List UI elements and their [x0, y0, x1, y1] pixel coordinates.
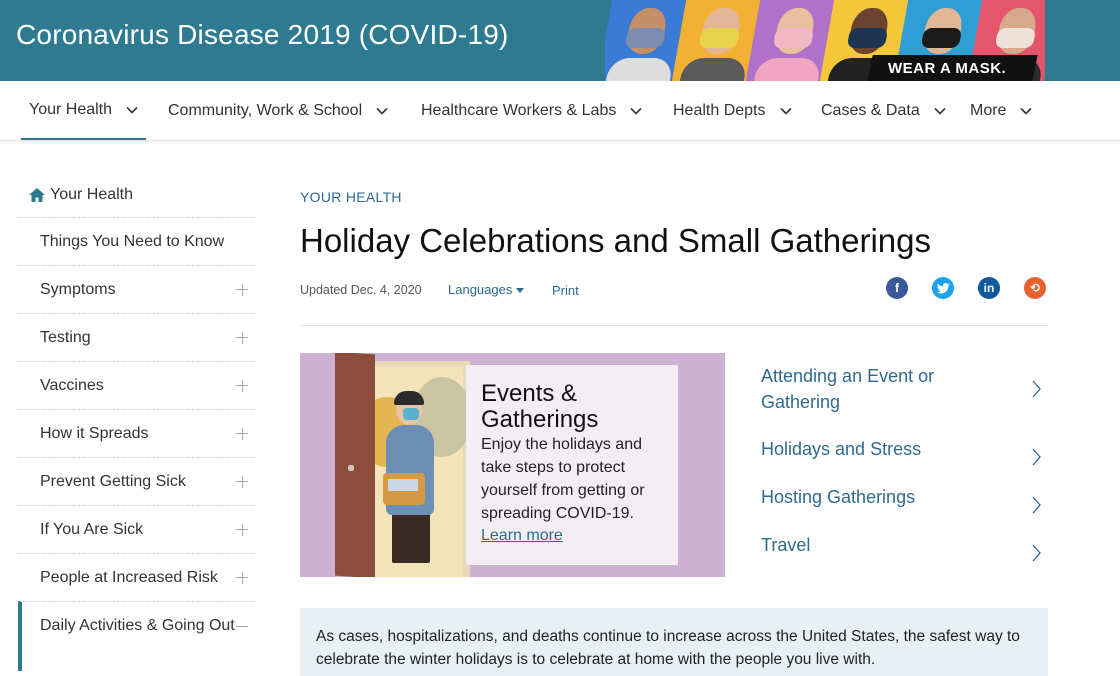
- collapse-minus-icon[interactable]: [236, 626, 248, 627]
- expand-plus-icon[interactable]: [236, 379, 248, 392]
- door-knob-illustration: [348, 465, 354, 471]
- facebook-glyph: f: [895, 281, 899, 295]
- sidebar-item-label: Daily Activities & Going Out: [40, 617, 235, 634]
- sidebar-item-label: Things You Need to Know: [40, 233, 225, 250]
- sidebar-item-vaccines[interactable]: Vaccines: [18, 361, 254, 409]
- page-meta-row: Updated Dec. 4, 2020 Languages Print f i…: [300, 277, 1048, 326]
- feature-title: Events & Gatherings: [481, 380, 599, 433]
- sidebar-item-how-it-spreads[interactable]: How it Spreads: [18, 409, 254, 457]
- events-gatherings-card[interactable]: Events & Gatherings Enjoy the holidays a…: [300, 353, 725, 577]
- chevron-right-icon: [1032, 448, 1041, 466]
- caret-down-icon: [516, 288, 525, 294]
- nav-label: Healthcare Workers & Labs: [421, 101, 617, 119]
- sidebar-item-people-at-increased-risk[interactable]: People at Increased Risk: [18, 553, 254, 601]
- chevron-down-icon: [126, 106, 138, 114]
- link-label: Travel: [761, 535, 811, 555]
- linkedin-icon[interactable]: in: [978, 277, 1000, 299]
- link-label: Attending an Event or Gathering: [761, 366, 935, 412]
- sidebar-item-label: If You Are Sick: [40, 521, 144, 538]
- sidebar-item-label: How it Spreads: [40, 425, 149, 442]
- link-label: Holidays and Stress: [761, 439, 922, 459]
- sidebar-item-label: Vaccines: [40, 377, 104, 394]
- chevron-right-icon: [1032, 496, 1041, 514]
- home-icon: [29, 188, 45, 202]
- linkedin-glyph: in: [983, 281, 995, 295]
- sidebar-item-label: Prevent Getting Sick: [40, 473, 186, 490]
- updated-date: Updated Dec. 4, 2020: [300, 283, 422, 297]
- languages-label: Languages: [448, 282, 513, 297]
- nav-healthcare-workers-labs[interactable]: Healthcare Workers & Labs: [421, 81, 642, 140]
- link-holidays-stress[interactable]: Holidays and Stress: [761, 436, 1041, 472]
- chevron-right-icon: [1032, 544, 1041, 562]
- languages-dropdown[interactable]: Languages: [448, 282, 525, 297]
- twitter-icon[interactable]: [932, 277, 954, 299]
- person-illustration-mask: [403, 408, 419, 420]
- feature-body: Enjoy the holidays and take steps to pro…: [481, 436, 645, 522]
- nav-label: Community, Work & School: [168, 101, 363, 119]
- wear-mask-text: WEAR A MASK.: [888, 60, 1007, 77]
- sidebar-item-prevent-getting-sick[interactable]: Prevent Getting Sick: [18, 457, 254, 505]
- sidebar-home-label: Your Health: [50, 186, 134, 203]
- sidebar-item-label: Testing: [40, 329, 91, 346]
- safety-callout: As cases, hospitalizations, and deaths c…: [300, 608, 1048, 676]
- nav-your-health[interactable]: Your Health: [21, 81, 147, 140]
- chevron-down-icon: [779, 107, 792, 115]
- nav-community-work-school[interactable]: Community, Work & School: [168, 81, 388, 140]
- nav-label: Your Health: [29, 100, 113, 118]
- page-title: Holiday Celebrations and Small Gathering…: [300, 222, 931, 259]
- top-navigation: Your Health Community, Work & School Hea…: [0, 81, 1120, 141]
- print-link[interactable]: Print: [552, 283, 579, 298]
- link-label: Hosting Gatherings: [761, 487, 916, 507]
- door-illustration: [335, 353, 375, 577]
- chevron-down-icon: [376, 107, 388, 115]
- nav-label: Cases & Data: [821, 101, 920, 119]
- twitter-bird-glyph: [936, 282, 949, 293]
- expand-plus-icon[interactable]: [236, 571, 248, 584]
- nav-label: More: [970, 101, 1007, 119]
- expand-plus-icon[interactable]: [236, 523, 248, 536]
- learn-more-link[interactable]: Learn more: [481, 527, 563, 545]
- expand-plus-icon[interactable]: [236, 427, 248, 440]
- sidebar-item-symptoms[interactable]: Symptoms: [18, 265, 254, 313]
- basket-cloth-illustration: [388, 479, 418, 491]
- expand-plus-icon[interactable]: [236, 283, 248, 296]
- sidebar-item-things-to-know[interactable]: Things You Need to Know: [18, 217, 254, 265]
- site-title[interactable]: Coronavirus Disease 2019 (COVID-19): [16, 19, 509, 51]
- feature-text-box: Events & Gatherings Enjoy the holidays a…: [466, 365, 678, 565]
- page-eyebrow: YOUR HEALTH: [300, 189, 402, 205]
- sidebar-item-testing[interactable]: Testing: [18, 313, 254, 361]
- person-illustration-legs: [392, 513, 430, 563]
- syndicate-icon[interactable]: ⟲: [1024, 277, 1046, 299]
- sidebar-item-label: Symptoms: [40, 281, 116, 298]
- chevron-down-icon: [1020, 107, 1033, 115]
- site-header: Coronavirus Disease 2019 (COVID-19) WEAR…: [0, 0, 1120, 81]
- link-travel[interactable]: Travel: [761, 532, 1041, 568]
- sidebar-item-daily-activities[interactable]: Daily Activities & Going Out: [18, 601, 254, 671]
- sidebar-home-link[interactable]: Your Health: [28, 186, 133, 204]
- link-hosting-gatherings[interactable]: Hosting Gatherings: [761, 484, 1041, 520]
- sidebar-item-label: People at Increased Risk: [40, 569, 218, 586]
- facebook-icon[interactable]: f: [886, 277, 908, 299]
- nav-label: Health Depts: [673, 101, 766, 119]
- link-attending-event[interactable]: Attending an Event or Gathering: [761, 363, 1041, 415]
- person-illustration-hat: [394, 391, 424, 405]
- syndicate-glyph: ⟲: [1029, 281, 1041, 295]
- expand-plus-icon[interactable]: [236, 475, 248, 488]
- chevron-down-icon: [630, 107, 642, 115]
- chevron-right-icon: [1032, 380, 1041, 398]
- nav-more[interactable]: More: [970, 81, 1033, 140]
- nav-health-depts[interactable]: Health Depts: [673, 81, 792, 140]
- sidebar-item-if-you-are-sick[interactable]: If You Are Sick: [18, 505, 254, 553]
- chevron-down-icon: [934, 107, 946, 115]
- nav-cases-data[interactable]: Cases & Data: [821, 81, 946, 140]
- callout-text: As cases, hospitalizations, and deaths c…: [316, 628, 1020, 668]
- expand-plus-icon[interactable]: [236, 331, 248, 344]
